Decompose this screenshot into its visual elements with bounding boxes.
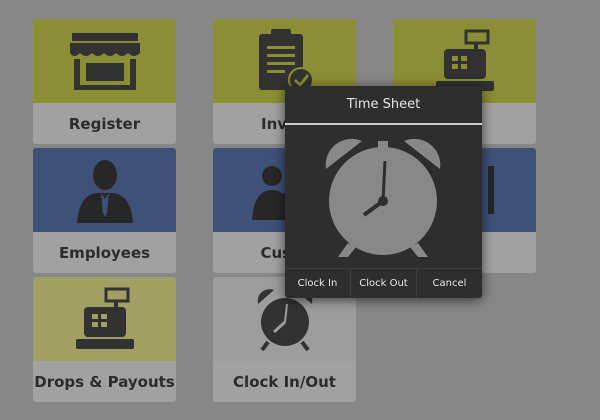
clock-out-button[interactable]: Clock Out — [350, 269, 416, 298]
cancel-button[interactable]: Cancel — [416, 269, 482, 298]
time-sheet-dialog: Time Sheet Clock In Clock Out Cancel — [285, 86, 482, 298]
dialog-divider — [285, 123, 482, 125]
dialog-buttons: Clock In Clock Out Cancel — [285, 268, 482, 298]
alarm-clock-icon — [325, 138, 441, 257]
dialog-title: Time Sheet — [346, 97, 421, 112]
clock-in-button[interactable]: Clock In — [285, 269, 350, 298]
